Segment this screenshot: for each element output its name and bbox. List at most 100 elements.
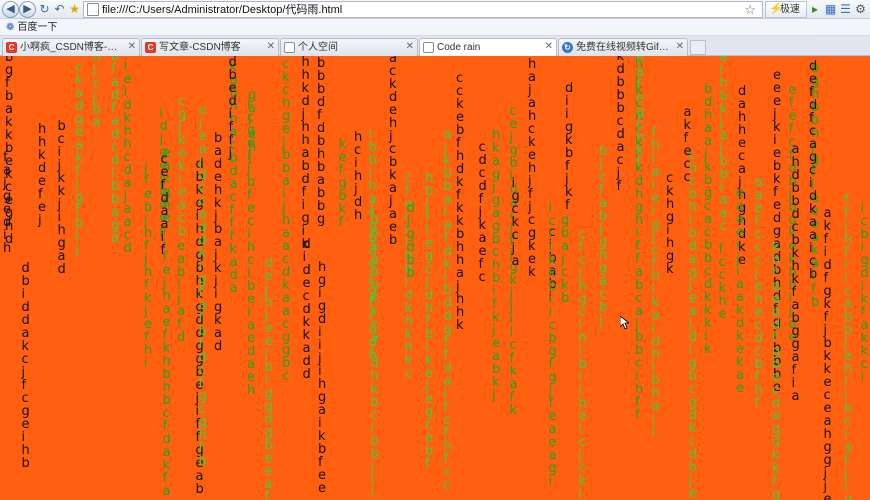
rain-glyph: b: [389, 233, 397, 248]
go-icon[interactable]: ▸: [808, 1, 822, 18]
favorite-item-baidu[interactable]: ❁ 百度一下: [6, 21, 57, 34]
tab-title: 免费在线视频转Gif，动图制作-...: [576, 42, 673, 53]
rain-glyph: f: [635, 408, 640, 423]
rain-glyph: b: [561, 291, 569, 306]
rain-glyph: d: [5, 232, 13, 247]
rain-glyph: d: [214, 339, 222, 354]
rain-glyph: k: [510, 403, 518, 418]
back-button[interactable]: ◀: [2, 1, 19, 18]
rain-glyph: a: [792, 389, 800, 404]
tab-video-to-gif[interactable]: ↻ 免费在线视频转Gif，动图制作-... ✕: [558, 38, 688, 56]
rain-glyph: b: [369, 348, 377, 363]
rain-glyph: c: [405, 366, 412, 381]
rain-glyph: i: [579, 487, 583, 500]
rain-glyph: i: [371, 486, 375, 500]
tab-strip: C 小啊疯_CSDN博客-好玩的代码... ✕ C 写文章-CSDN博客 ✕ 个…: [0, 36, 870, 57]
rain-glyph: b: [178, 224, 186, 239]
rain-glyph: k: [456, 318, 464, 333]
rain-glyph: f: [636, 156, 641, 171]
rain-glyph: f: [617, 179, 622, 194]
mouse-cursor-icon: [620, 316, 629, 330]
rain-glyph: f: [425, 457, 430, 472]
rain-glyph: a: [111, 231, 119, 246]
rain-glyph: f: [161, 243, 166, 258]
rain-glyph: i: [248, 153, 252, 168]
rain-glyph: d: [177, 330, 185, 345]
tab-title: 个人空间: [298, 42, 338, 53]
code-rain-canvas: fajgedihbgfbakkbekceghddbiddakcjfcgeihbh…: [0, 56, 870, 500]
browser-window: ◀ ▶ ↻ ↶ ★ file:///C:/Users/Administrator…: [0, 0, 870, 500]
rain-glyph: e: [318, 481, 326, 496]
rain-glyph: j: [37, 213, 42, 228]
favorites-bar: ❁ 百度一下: [0, 19, 870, 36]
close-tab-icon[interactable]: ✕: [128, 39, 136, 55]
baidu-paw-icon: ❁: [6, 22, 15, 33]
close-tab-icon[interactable]: ✕: [267, 39, 275, 55]
rain-glyph: b: [809, 267, 817, 282]
address-toolbar: ◀ ▶ ↻ ↶ ★ file:///C:/Users/Administrator…: [0, 0, 870, 19]
rain-glyph: a: [93, 115, 101, 130]
menu-icon[interactable]: ☰: [838, 2, 853, 17]
rain-glyph: a: [512, 254, 520, 269]
rain-glyph: a: [230, 281, 238, 296]
rain-glyph: d: [58, 262, 66, 277]
rain-glyph: k: [666, 262, 674, 277]
tab-title: Code rain: [437, 42, 481, 53]
refresh-icon[interactable]: ↻: [37, 2, 52, 17]
rain-glyph: h: [354, 208, 362, 223]
rain-glyph: j: [74, 242, 79, 257]
tab-csdn-blog[interactable]: C 小啊疯_CSDN博客-好玩的代码... ✕: [2, 38, 140, 56]
rain-glyph: d: [303, 367, 311, 382]
rain-glyph: f: [265, 490, 270, 500]
rain-glyph: e: [719, 307, 727, 322]
rain-glyph: c: [282, 369, 289, 384]
rain-glyph: e: [736, 381, 744, 396]
new-tab-button[interactable]: [690, 40, 706, 55]
close-tab-icon[interactable]: ✕: [406, 39, 414, 55]
close-tab-icon[interactable]: ✕: [545, 39, 553, 55]
rain-glyph: c: [479, 270, 486, 285]
page-icon: [284, 42, 295, 53]
rain-glyph: i: [652, 425, 656, 440]
rain-glyph: e: [689, 486, 697, 500]
forward-button[interactable]: ▶: [19, 1, 36, 18]
gif-icon: ↻: [562, 42, 573, 53]
rain-glyph: e: [824, 492, 832, 500]
rain-glyph: j: [598, 313, 603, 328]
favorite-label: 百度一下: [17, 22, 58, 33]
tab-write-article[interactable]: C 写文章-CSDN博客 ✕: [141, 38, 279, 56]
page-icon: [87, 3, 99, 16]
rain-glyph: i: [861, 370, 865, 385]
page-icon: [423, 42, 434, 53]
rain-glyph: g: [772, 487, 780, 500]
rain-glyph: k: [528, 265, 536, 280]
rain-glyph: k: [704, 342, 712, 357]
close-tab-icon[interactable]: ✕: [676, 39, 684, 55]
rain-glyph: g: [317, 212, 325, 227]
rain-glyph: f: [565, 198, 570, 213]
tab-personal-space[interactable]: 个人空间 ✕: [280, 38, 418, 56]
url-text: file:///C:/Users/Administrator/Desktop/代…: [102, 4, 343, 16]
undo-icon[interactable]: ↶: [52, 2, 67, 17]
rain-glyph: h: [247, 383, 255, 398]
rain-glyph: b: [22, 456, 30, 471]
favorites-star-icon[interactable]: ★: [67, 2, 82, 17]
rain-glyph: i: [144, 356, 148, 371]
speed-mode-button[interactable]: ⚡ 极速: [765, 1, 807, 18]
code-rain-svg: fajgedihbgfbakkbekceghddbiddakcjfcgeihbh…: [2, 56, 869, 500]
rain-glyph: c: [684, 170, 691, 185]
rain-glyph: a: [163, 484, 171, 499]
settings-gear-icon[interactable]: ⚙: [853, 2, 868, 17]
rain-glyph: j: [491, 388, 496, 403]
rain-glyph: f: [339, 215, 344, 230]
tab-code-rain[interactable]: Code rain ✕: [419, 38, 557, 57]
grid-icon[interactable]: ▦: [823, 2, 838, 17]
url-input[interactable]: file:///C:/Users/Administrator/Desktop/代…: [83, 1, 763, 18]
tab-title: 小啊疯_CSDN博客-好玩的代码...: [20, 42, 125, 53]
tab-title: 写文章-CSDN博客: [159, 42, 241, 53]
rain-glyph: a: [844, 492, 852, 500]
rain-glyph: c: [720, 219, 727, 234]
bookmark-star-icon[interactable]: ☆: [744, 2, 756, 17]
csdn-icon: C: [145, 42, 156, 53]
rain-glyph: b: [199, 454, 207, 469]
